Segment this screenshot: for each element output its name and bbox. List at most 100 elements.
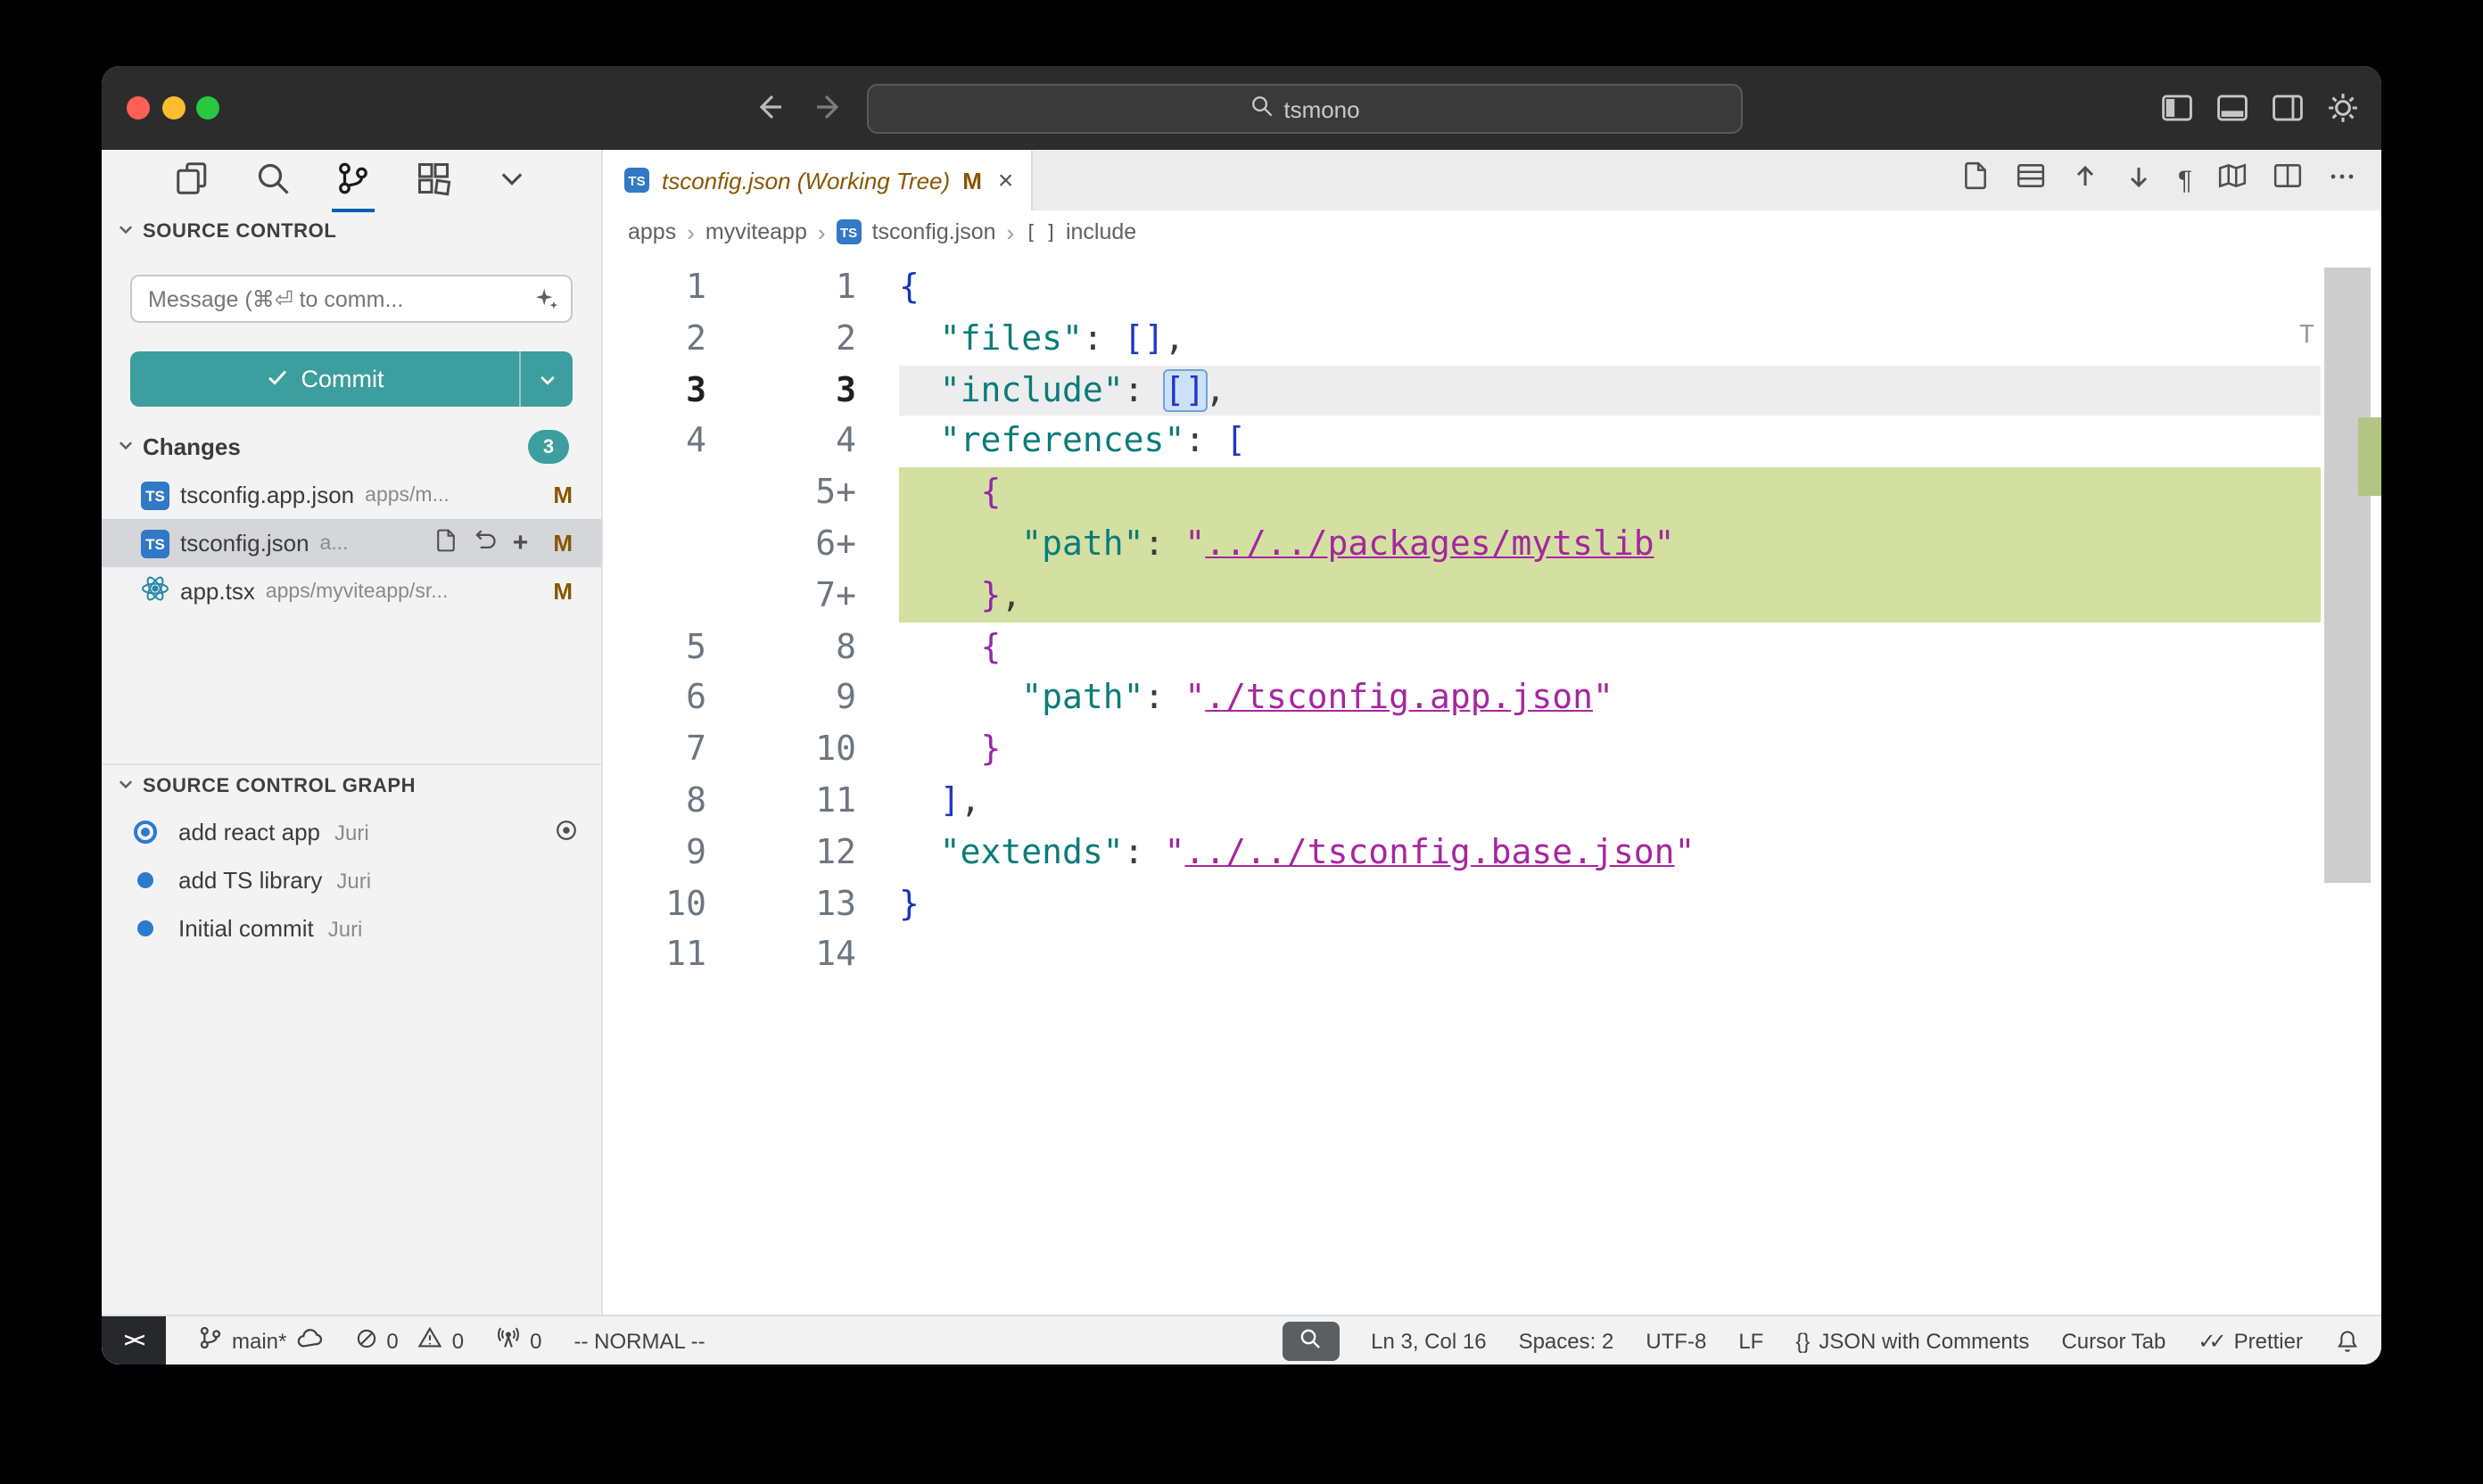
commit-button[interactable]: Commit [130,351,573,407]
map-icon[interactable] [2217,161,2248,200]
code-line[interactable]: 1013} [603,878,2321,930]
stage-changes-icon[interactable]: + [513,528,529,558]
double-check-icon: ✓✓ [2198,1328,2219,1353]
commit-dropdown-button[interactable] [519,351,573,407]
notifications-bell-icon[interactable] [2335,1328,2360,1353]
settings-gear-icon[interactable] [2326,91,2360,125]
breadcrumb-item-apps[interactable]: apps [628,219,676,244]
navigate-forward-icon[interactable] [810,89,846,125]
eol-status[interactable]: LF [1738,1328,1763,1353]
changes-label: Changes [143,433,241,460]
code-line[interactable]: 33 "include": [], [603,365,2321,416]
commit-row[interactable]: add react app Juri [102,808,601,856]
code-line[interactable]: 1114 [603,930,2321,982]
code-text[interactable]: ], [899,776,2321,828]
code-line[interactable]: 710 } [603,724,2321,776]
code-text[interactable]: "path": "./tsconfig.app.json" [899,673,2321,725]
commit-button-label: Commit [301,366,384,392]
next-change-icon[interactable] [2124,161,2153,199]
code-text[interactable]: "files": [], [899,314,2321,366]
code-line[interactable]: 44 "references": [ [603,416,2321,468]
commit-row[interactable]: add TS library Juri [102,856,601,904]
code-text[interactable]: "path": "../../packages/mytslib" [899,519,2321,571]
whitespace-toggle-icon[interactable]: ¶ [2178,165,2192,195]
problems-status[interactable]: 0 0 [354,1325,464,1356]
remote-indicator-button[interactable]: >< [102,1316,166,1364]
ports-status[interactable]: 0 [496,1325,541,1356]
line-number-modified: 2 [706,314,856,366]
code-text[interactable]: }, [899,571,2321,622]
cursor-tab-status[interactable]: Cursor Tab [2061,1328,2165,1353]
code-text[interactable]: } [899,878,2321,930]
cursor-position-status[interactable]: Ln 3, Col 16 [1371,1328,1486,1353]
breadcrumb-item-file[interactable]: tsconfig.json [872,219,996,244]
vscode-window: tsmono [102,66,2381,1364]
code-line[interactable]: 912 "extends": "../../tsconfig.base.json… [603,828,2321,879]
code-line[interactable]: 11{ [603,262,2321,314]
inline-view-toggle-icon[interactable] [2016,161,2046,200]
radio-tower-icon [496,1325,521,1356]
split-editor-icon[interactable] [2273,161,2303,200]
open-file-icon[interactable] [434,528,459,558]
warning-count: 0 [452,1328,464,1353]
scrollbar-thumb[interactable] [2324,268,2371,883]
toggle-panel-icon[interactable] [2215,91,2249,125]
close-window-button[interactable] [127,96,150,120]
zoom-indicator-button[interactable] [1282,1321,1339,1360]
code-text[interactable] [899,930,2321,982]
breadcrumb-item-symbol[interactable]: include [1066,219,1136,244]
line-number-original: 1 [603,262,706,314]
previous-change-icon[interactable] [2071,161,2099,199]
code-text[interactable]: "references": [ [899,416,2321,468]
indentation-status[interactable]: Spaces: 2 [1519,1328,1614,1353]
code-line[interactable]: 69 "path": "./tsconfig.app.json" [603,673,2321,725]
toggle-primary-sidebar-icon[interactable] [2160,91,2194,125]
commit-row[interactable]: Initial commit Juri [102,904,601,952]
activity-source-control-icon[interactable] [332,148,375,212]
code-text[interactable]: } [899,724,2321,776]
commit-message-input[interactable] [130,275,573,323]
zoom-window-button[interactable] [196,96,219,120]
changed-file-row-selected[interactable]: TS tsconfig.json a... + M [102,519,601,567]
code-line[interactable]: 58 { [603,622,2321,673]
activity-search-icon[interactable] [252,148,294,212]
formatter-status[interactable]: ✓✓ Prettier [2198,1328,2303,1353]
code-line[interactable]: 5+ { [603,467,2321,519]
tab-tsconfig-working-tree[interactable]: TS tsconfig.json (Working Tree) M × [603,150,1033,210]
changed-file-row[interactable]: TS tsconfig.app.json apps/m... M [102,471,601,519]
checkout-target-icon[interactable] [553,816,580,848]
code-text[interactable]: { [899,262,2321,314]
breadcrumb-item-myviteapp[interactable]: myviteapp [705,219,807,244]
encoding-status[interactable]: UTF-8 [1646,1328,1706,1353]
sparkle-generate-icon[interactable] [533,285,560,317]
code-line[interactable]: 811 ], [603,776,2321,828]
git-branch-status[interactable]: main* [198,1324,322,1356]
navigate-back-icon[interactable] [753,89,788,125]
code-line[interactable]: 6+ "path": "../../packages/mytslib" [603,519,2321,571]
changes-section-header[interactable]: Changes 3 [102,423,601,471]
source-control-section-header[interactable]: SOURCE CONTROL [102,210,601,253]
source-control-graph-header[interactable]: SOURCE CONTROL GRAPH [102,763,601,808]
code-text[interactable]: { [899,622,2321,673]
more-actions-icon[interactable] [2328,161,2356,199]
source-control-title: SOURCE CONTROL [143,221,336,243]
language-mode-status[interactable]: {} JSON with Comments [1795,1328,2029,1353]
code-text[interactable]: { [899,467,2321,519]
code-line[interactable]: 22 "files": [], [603,314,2321,366]
code-line[interactable]: 7+ }, [603,571,2321,622]
open-changes-icon[interactable] [1960,161,1991,200]
code-text[interactable]: "include": [], [899,365,2321,416]
activity-explorer-icon[interactable] [170,148,213,212]
discard-changes-icon[interactable] [474,528,499,558]
close-tab-icon[interactable]: × [998,165,1014,195]
diff-editor[interactable]: 11{22 "files": [],33 "include": [],44 "r… [603,253,2381,1315]
changed-file-row[interactable]: app.tsx apps/myviteapp/sr... M [102,567,601,615]
minimize-window-button[interactable] [162,96,186,120]
code-text[interactable]: "extends": "../../tsconfig.base.json" [899,828,2321,879]
activity-more-views-icon[interactable] [493,148,532,212]
title-bar: tsmono [102,66,2381,150]
activity-extensions-icon[interactable] [412,148,455,212]
line-number-original [603,571,706,622]
command-center-search[interactable]: tsmono [867,84,1743,134]
toggle-secondary-sidebar-icon[interactable] [2271,91,2305,125]
